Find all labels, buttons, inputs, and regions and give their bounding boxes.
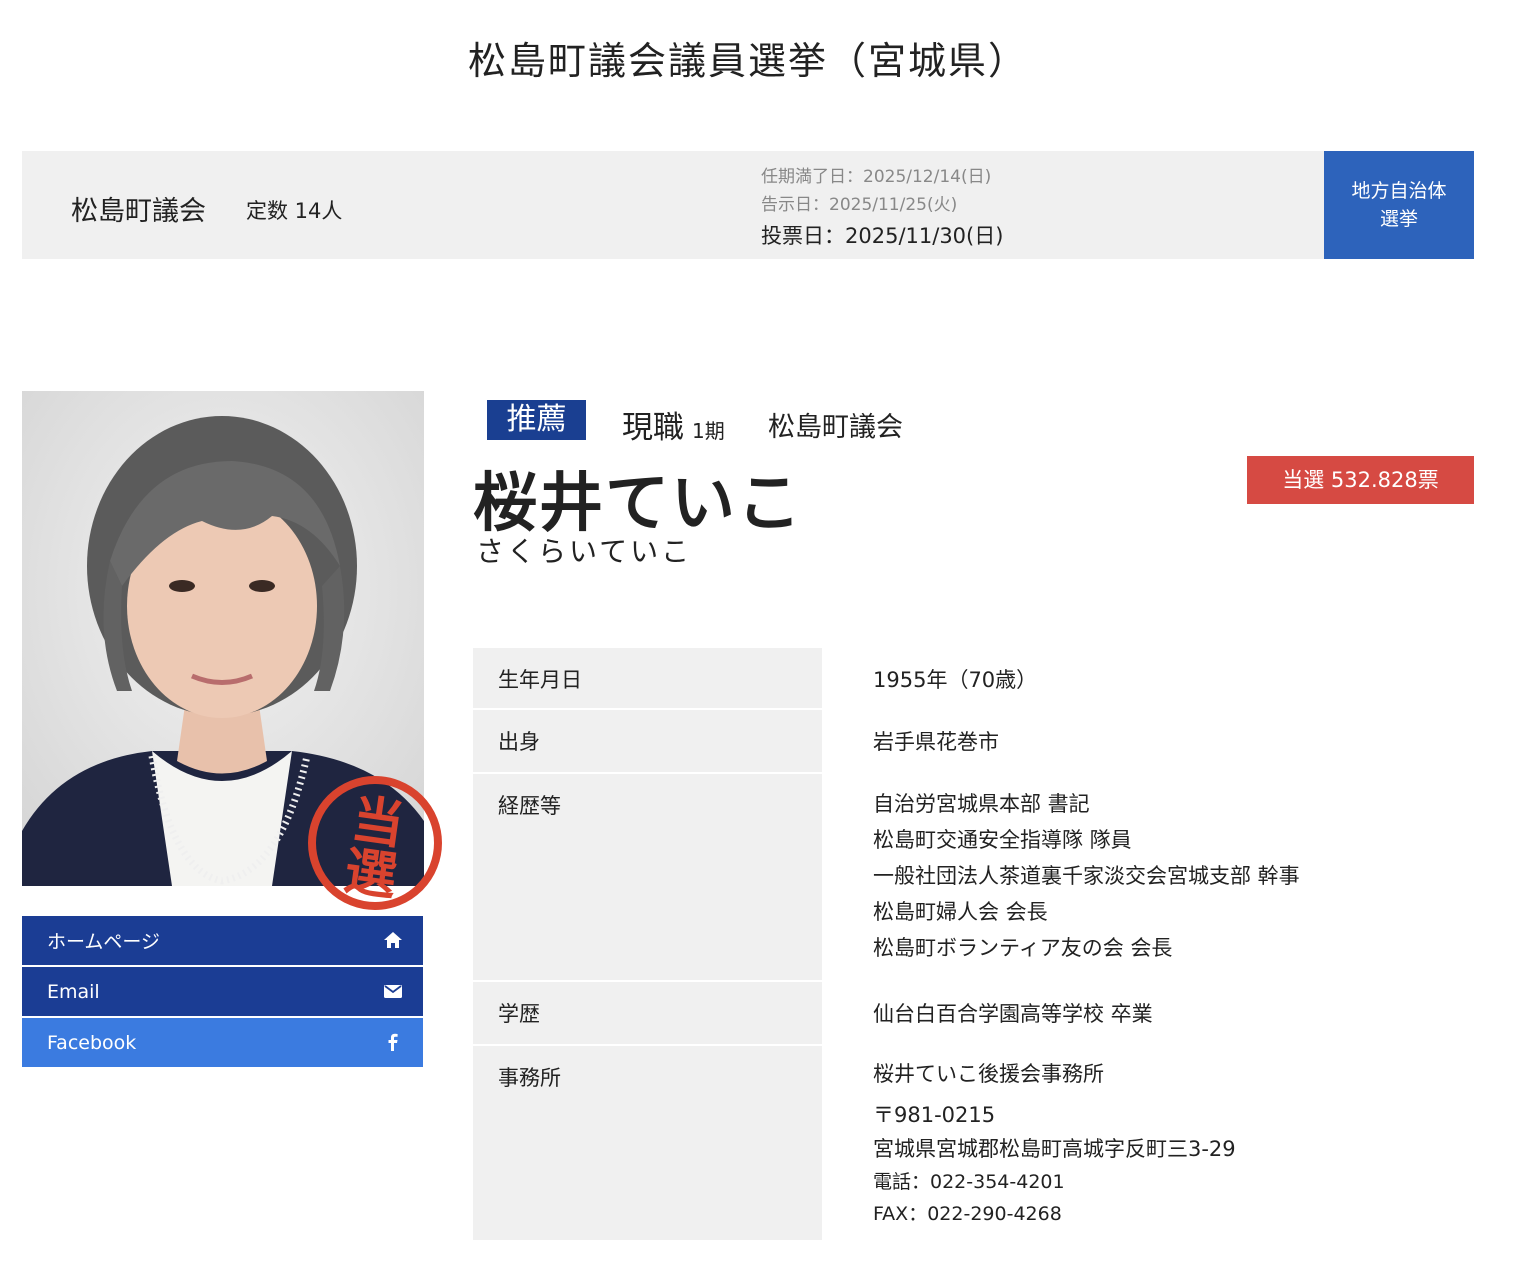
term-end-date: 任期満了日：2025/12/14(日) <box>761 167 992 187</box>
candidate-kana: さくらいていこ <box>476 535 693 568</box>
facebook-link-label: Facebook <box>47 1031 137 1054</box>
result-badge: 当選 532.828票 <box>1247 456 1474 504</box>
origin-value: 岩手県花巻市 <box>873 730 999 754</box>
profile-row-education: 学歴 仙台白百合学園高等学校 卒業 <box>473 982 1474 1046</box>
vote-date: 投票日：2025/11/30(日) <box>761 224 1004 248</box>
career-item: 松島町交通安全指導隊 隊員 <box>873 828 1132 852</box>
profile-row-birth: 生年月日 1955年（70歳） <box>473 648 1474 710</box>
profile-table: 生年月日 1955年（70歳） 出身 岩手県花巻市 経歴等 自治労宮城県本部 書… <box>473 648 1474 1240</box>
envelope-icon <box>384 985 402 998</box>
council-name: 松島町議会 <box>71 196 206 227</box>
office-tel: 電話：022-354-4201 <box>873 1171 1065 1193</box>
email-link[interactable]: Email <box>22 967 423 1016</box>
office-label: 事務所 <box>473 1046 822 1240</box>
profile-row-career: 経歴等 自治労宮城県本部 書記 松島町交通安全指導隊 隊員 一般社団法人茶道裏千… <box>473 774 1474 982</box>
birth-label: 生年月日 <box>473 648 822 708</box>
office-address: 宮城県宮城郡松島町高城字反町三3-29 <box>873 1137 1236 1161</box>
term-count: 1期 <box>692 419 725 443</box>
incumbent-status: 現職 1期 <box>622 402 725 447</box>
election-type-line2: 選挙 <box>1379 208 1418 230</box>
facebook-icon <box>388 1033 398 1051</box>
origin-label: 出身 <box>473 710 822 772</box>
candidate-links: ホームページ Email Facebook <box>22 916 423 1069</box>
birth-value: 1955年（70歳） <box>873 668 1038 692</box>
winner-stamp: 当 選 <box>308 776 442 910</box>
career-item: 一般社団法人茶道裏千家淡交会宮城支部 幹事 <box>873 864 1300 888</box>
career-item: 松島町婦人会 会長 <box>873 900 1048 924</box>
office-details: 桜井ていこ後援会事務所 〒981-0215 宮城県宮城郡松島町高城字反町三3-2… <box>822 1046 1474 1240</box>
education-value: 仙台白百合学園高等学校 卒業 <box>873 1002 1153 1026</box>
career-list: 自治労宮城県本部 書記 松島町交通安全指導隊 隊員 一般社団法人茶道裏千家淡交会… <box>822 774 1474 980</box>
status-label: 現職 <box>622 410 684 446</box>
education-label: 学歴 <box>473 982 822 1044</box>
office-name: 桜井ていこ後援会事務所 <box>873 1062 1104 1086</box>
candidate-council: 松島町議会 <box>768 412 903 443</box>
seat-count: 定数 14人 <box>246 199 343 223</box>
profile-row-origin: 出身 岩手県花巻市 <box>473 710 1474 774</box>
svg-text:選: 選 <box>341 841 401 908</box>
email-link-label: Email <box>47 980 100 1003</box>
election-type-line1: 地方自治体 <box>1351 180 1447 202</box>
election-info-bar: 松島町議会 定数 14人 任期満了日：2025/12/14(日) 告示日：202… <box>22 151 1474 259</box>
announce-date: 告示日：2025/11/25(火) <box>761 195 958 215</box>
page-title: 松島町議会議員選挙（宮城県） <box>467 39 1028 83</box>
career-item: 自治労宮城県本部 書記 <box>873 792 1090 816</box>
election-dates: 任期満了日：2025/12/14(日) 告示日：2025/11/25(火) 投票… <box>761 163 1003 253</box>
recommend-badge: 推薦 <box>487 400 586 440</box>
office-fax: FAX：022-290-4268 <box>873 1203 1062 1225</box>
career-item: 松島町ボランティア友の会 会長 <box>873 936 1173 960</box>
home-icon <box>384 932 402 948</box>
homepage-link-label: ホームページ <box>47 931 161 953</box>
profile-row-office: 事務所 桜井ていこ後援会事務所 〒981-0215 宮城県宮城郡松島町高城字反町… <box>473 1046 1474 1240</box>
facebook-link[interactable]: Facebook <box>22 1018 423 1067</box>
office-zip: 〒981-0215 <box>873 1103 996 1127</box>
homepage-link[interactable]: ホームページ <box>22 916 423 965</box>
career-label: 経歴等 <box>473 774 822 980</box>
election-type-badge[interactable]: 地方自治体 選挙 <box>1324 151 1474 259</box>
